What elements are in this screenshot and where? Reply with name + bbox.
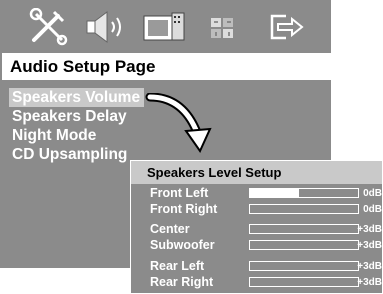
level-bar[interactable] — [249, 204, 359, 214]
video-setup-icon[interactable] — [140, 8, 188, 46]
level-value: +3dB — [357, 240, 382, 251]
speaker-row-rear-left[interactable]: Rear Left +3dB — [131, 259, 383, 274]
general-setup-icon[interactable] — [28, 8, 68, 46]
preference-setup-icon[interactable] — [205, 8, 239, 46]
speakers-level-setup-dialog: Speakers Level Setup Front Left 0dB Fron… — [130, 160, 383, 294]
menu-item-speakers-delay[interactable]: Speakers Delay — [9, 107, 144, 126]
speaker-label: Front Left — [150, 186, 209, 200]
speaker-label: Rear Left — [150, 259, 205, 273]
speaker-row-front-right[interactable]: Front Right 0dB — [131, 202, 383, 217]
level-bar[interactable] — [249, 188, 359, 198]
setup-icon-bar — [0, 0, 331, 52]
level-value: +3dB — [357, 277, 382, 288]
speaker-row-subwoofer[interactable]: Subwoofer +3dB — [131, 238, 383, 253]
speaker-label: Subwoofer — [150, 238, 215, 252]
level-bar[interactable] — [249, 261, 359, 271]
speaker-label: Center — [150, 222, 190, 236]
audio-setup-icon[interactable] — [83, 8, 129, 46]
level-value: +3dB — [357, 261, 382, 272]
dialog-title: Speakers Level Setup — [131, 161, 382, 184]
level-value: 0dB — [363, 188, 382, 199]
page-title: Audio Setup Page — [2, 53, 331, 80]
speaker-label: Rear Right — [150, 275, 214, 289]
menu-item-night-mode[interactable]: Night Mode — [9, 126, 144, 145]
level-bar[interactable] — [249, 277, 359, 287]
speaker-label: Front Right — [150, 202, 218, 216]
exit-icon[interactable] — [264, 8, 308, 46]
speaker-row-front-left[interactable]: Front Left 0dB — [131, 186, 383, 201]
level-bar[interactable] — [249, 224, 359, 234]
menu-item-speakers-volume[interactable]: Speakers Volume — [9, 88, 145, 107]
audio-setup-menu: Speakers Volume Speakers Delay Night Mod… — [9, 88, 145, 164]
speaker-row-center[interactable]: Center +3dB — [131, 222, 383, 237]
level-bar-fill — [250, 189, 299, 197]
speaker-row-rear-right[interactable]: Rear Right +3dB — [131, 275, 383, 290]
level-bar[interactable] — [249, 240, 359, 250]
menu-item-cd-upsampling[interactable]: CD Upsampling — [9, 145, 144, 164]
level-value: +3dB — [357, 224, 382, 235]
pointer-arrow-icon — [145, 93, 212, 153]
level-value: 0dB — [363, 204, 382, 215]
